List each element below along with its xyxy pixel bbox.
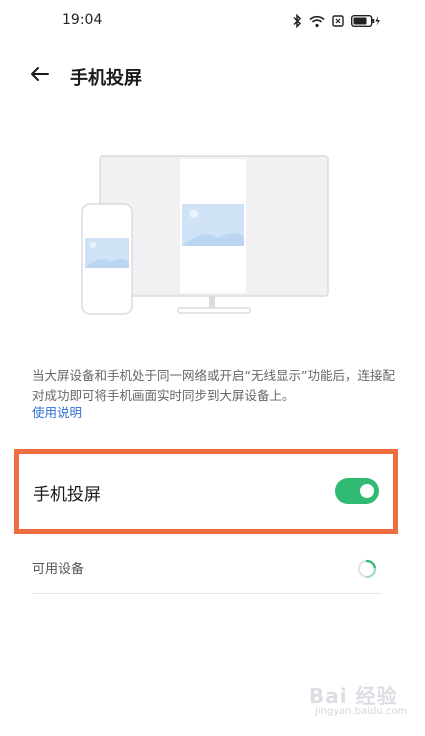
bluetooth-icon — [292, 14, 302, 28]
back-button[interactable] — [24, 60, 56, 92]
phone-graphic — [81, 203, 133, 315]
screen-cast-illustration — [78, 150, 334, 320]
sim-icon — [332, 15, 344, 27]
wifi-icon — [309, 15, 325, 28]
instructions-link[interactable]: 使用说明 — [32, 402, 82, 421]
monitor-graphic — [99, 155, 329, 314]
screen-cast-label: 手机投屏 — [33, 485, 101, 505]
battery-charging-icon — [351, 15, 381, 27]
status-time: 19:04 — [62, 12, 103, 28]
page-title: 手机投屏 — [70, 68, 142, 89]
available-devices-label: 可用设备 — [32, 562, 85, 577]
available-devices-row: 可用设备 — [32, 548, 382, 594]
watermark-main: Bai 经验 — [309, 684, 398, 708]
baidu-watermark: Bai 经验 jingyan.baidu.com — [303, 676, 413, 724]
screen-cast-setting-row[interactable]: 手机投屏 — [19, 454, 393, 529]
toggle-knob — [360, 484, 374, 498]
arrow-left-icon — [30, 66, 50, 86]
status-icons — [292, 12, 381, 30]
description-text: 当大屏设备和手机处于同一网络或开启“无线显示”功能后，连接配对成功即可将手机画面… — [32, 368, 395, 403]
loading-spinner-icon — [356, 558, 378, 580]
screen-cast-toggle[interactable] — [335, 478, 379, 504]
status-bar: 19:04 — [0, 0, 425, 44]
watermark-sub: jingyan.baidu.com — [315, 706, 408, 717]
app-bar: 手机投屏 — [0, 52, 425, 98]
